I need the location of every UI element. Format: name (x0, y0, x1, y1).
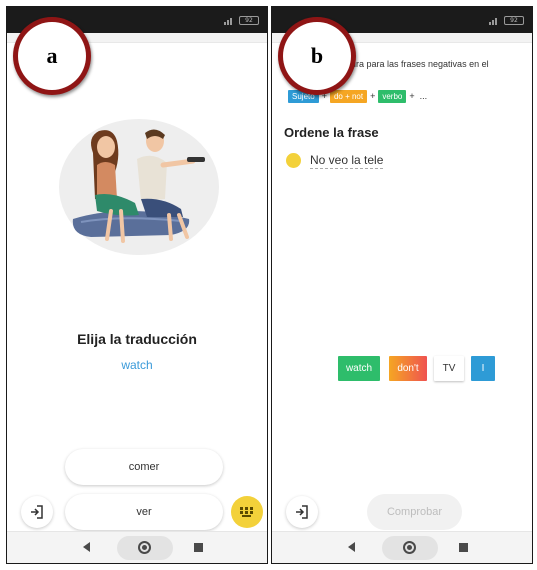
word-tile-tv[interactable]: TV (434, 356, 464, 381)
panel-badge: a (13, 17, 91, 95)
prompt-word: watch (121, 358, 153, 372)
chip-do-not: do + not (329, 89, 368, 103)
exit-icon (296, 505, 308, 519)
check-button[interactable]: Comprobar (367, 494, 462, 530)
answer-option-comer[interactable]: comer (65, 449, 223, 485)
nav-recent-icon[interactable] (459, 543, 468, 552)
battery-icon: 92 (239, 15, 259, 25)
grammar-hint-text: ctura para las frases negativas en el (344, 59, 489, 69)
panel-badge: b (278, 17, 356, 95)
exit-button[interactable] (286, 496, 318, 528)
nav-back-icon[interactable] (83, 542, 90, 552)
exit-button[interactable] (21, 496, 53, 528)
nav-recent-icon[interactable] (194, 543, 203, 552)
sentence-to-translate: No veo la tele (310, 153, 384, 169)
screenshot-panel-a: 92 a Elija la traducción watch comer ver (6, 6, 268, 564)
keyboard-icon (240, 507, 253, 517)
word-tile-dont[interactable]: don't (389, 356, 427, 381)
android-nav-bar (272, 531, 532, 563)
panel-letter: a (46, 43, 58, 68)
nav-home-icon[interactable] (403, 541, 416, 554)
chip-ellipsis: ... (419, 91, 428, 101)
lightbulb-icon[interactable] (286, 153, 301, 168)
exercise-title: Ordene la frase (284, 125, 379, 140)
prompt-title: Elija la traducción (77, 331, 197, 347)
answer-option-ver[interactable]: ver (65, 494, 223, 530)
android-nav-bar (7, 531, 267, 563)
signal-icon (489, 16, 499, 25)
nav-back-icon[interactable] (348, 542, 355, 552)
word-tile-i[interactable]: I (471, 356, 495, 381)
couple-illustration (59, 119, 219, 255)
chip-verb: verbo (378, 89, 407, 103)
keyboard-button[interactable] (231, 496, 263, 528)
signal-icon (224, 16, 234, 25)
nav-home-icon[interactable] (138, 541, 151, 554)
word-tile-watch[interactable]: watch (338, 356, 380, 381)
screenshot-panel-b: 92 ctura para las frases negativas en el… (271, 6, 533, 564)
panel-letter: b (310, 43, 324, 68)
battery-icon: 92 (504, 15, 524, 25)
exit-icon (31, 505, 43, 519)
